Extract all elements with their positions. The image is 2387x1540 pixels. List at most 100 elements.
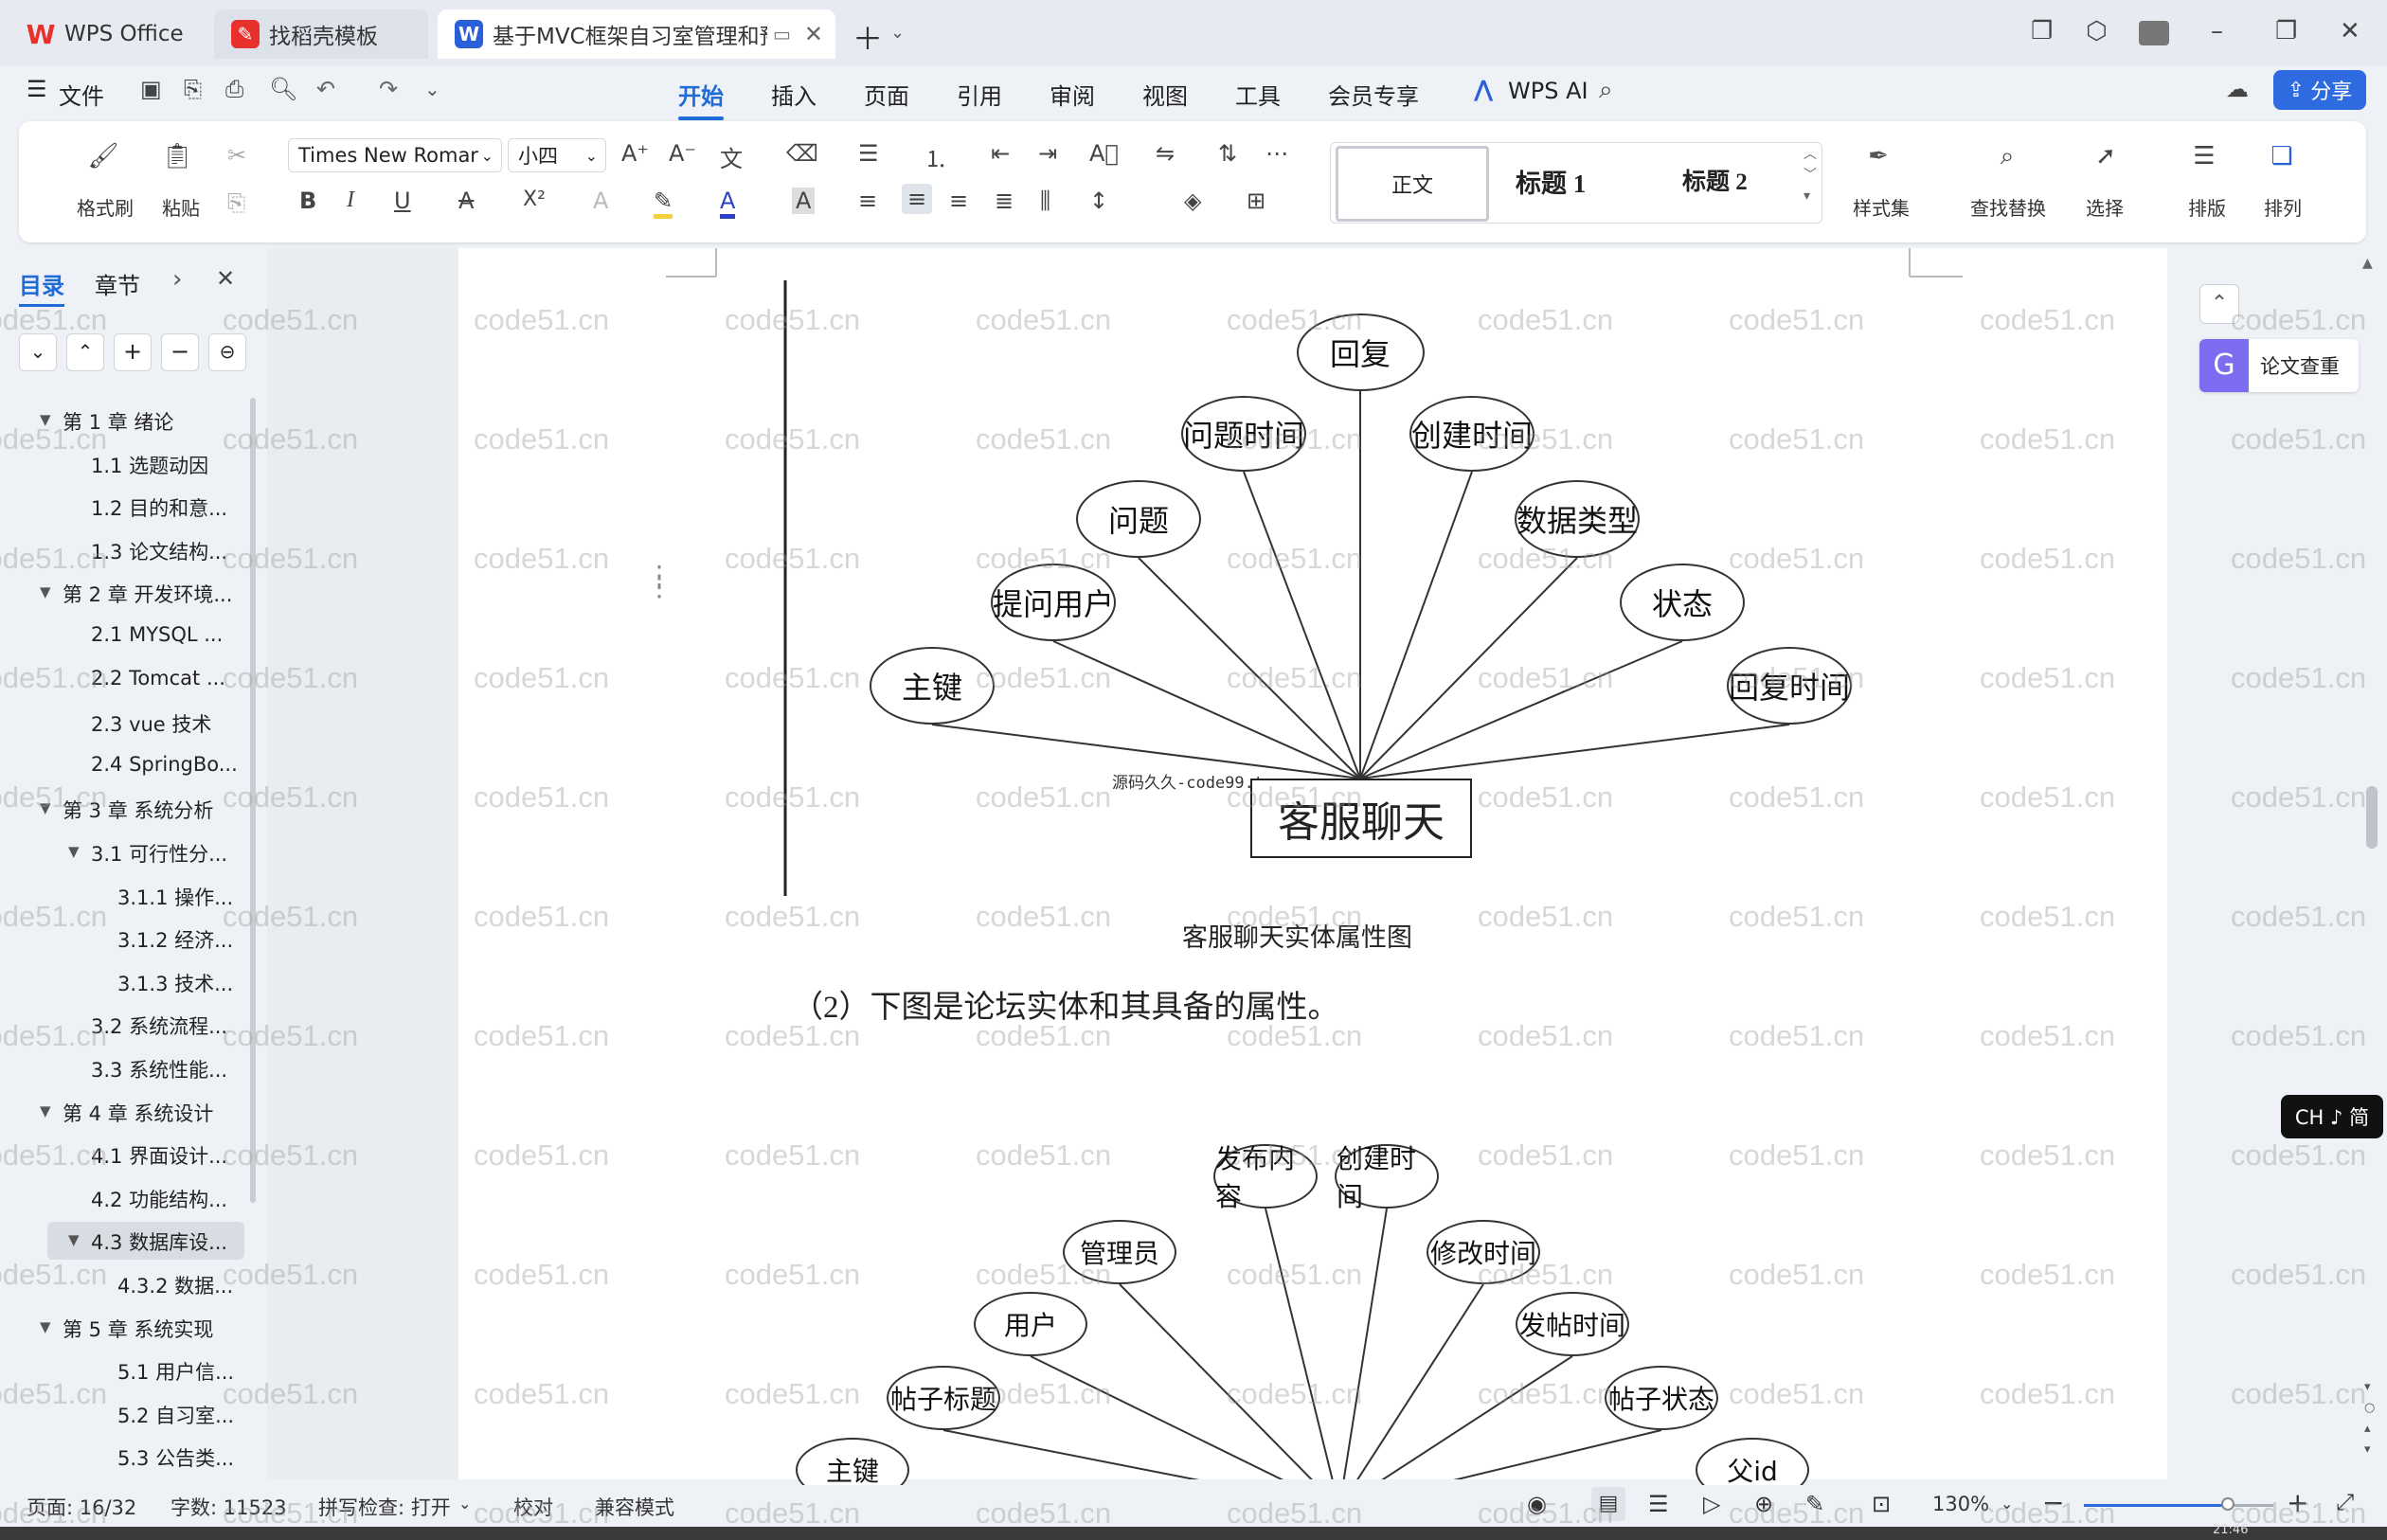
plagiarism-check-button[interactable]: G 论文查重 (2199, 339, 2359, 392)
menu-tools[interactable]: 工具 (1235, 78, 1281, 111)
toc-item[interactable]: 2.2 Tomcat ... (91, 667, 225, 689)
fullscreen-icon[interactable]: ⤢ (2336, 1489, 2354, 1515)
cloud-icon[interactable]: ☁ (2226, 76, 2249, 102)
fit-page-icon[interactable]: ⊡ (1872, 1491, 1891, 1517)
zoom-out-icon[interactable]: − (2042, 1487, 2064, 1518)
menu-start[interactable]: 开始 (678, 78, 724, 120)
tab-wps-office[interactable]: W WPS Office (9, 9, 205, 59)
justify-icon[interactable]: ≣ (995, 188, 1014, 214)
expand-triangle-icon[interactable]: ▼ (40, 411, 51, 428)
window-mode-icon[interactable]: ❐ (2031, 17, 2053, 45)
menu-view[interactable]: 视图 (1142, 78, 1188, 111)
numbered-list-icon[interactable]: ⒈ (924, 140, 947, 173)
hamburger-icon[interactable]: ☰ (27, 76, 47, 102)
page-view-icon[interactable]: ▤ (1591, 1487, 1625, 1521)
web-view-icon[interactable]: ⊕ (1754, 1491, 1773, 1517)
bullet-list-icon[interactable]: ☰ (858, 140, 879, 167)
menu-member[interactable]: 会员专享 (1328, 78, 1419, 111)
redo-icon[interactable]: ↷ (379, 76, 398, 102)
expand-triangle-icon[interactable]: ▼ (68, 843, 80, 860)
clear-format-icon[interactable]: ⌫ (786, 140, 818, 167)
print-icon[interactable]: ⎙ (225, 76, 243, 102)
chevron-down-icon[interactable]: ⌄ (890, 23, 905, 43)
spell-check[interactable]: 拼写检查: 打开 (318, 1493, 451, 1521)
toc-item[interactable]: 4.3.2 数据... (117, 1271, 233, 1299)
menu-file[interactable]: 文件 (59, 78, 104, 111)
sort-icon[interactable]: ⇋ (1156, 140, 1175, 167)
toc-item[interactable]: 2.1 MYSQL ... (91, 623, 223, 646)
tab-docer[interactable]: ✎ 找稻壳模板 (214, 9, 428, 59)
toc-item[interactable]: 5.3 公告类... (117, 1443, 234, 1472)
menu-page[interactable]: 页面 (864, 78, 909, 111)
toc-item[interactable]: 第 3 章 系统分析 (63, 796, 213, 824)
minimize-icon[interactable]: – (2211, 17, 2223, 45)
maximize-icon[interactable]: ❐ (2275, 17, 2297, 45)
word-count[interactable]: 字数: 11523 (170, 1493, 287, 1521)
toc-settings-icon[interactable]: ⊖ (208, 333, 246, 371)
export-icon[interactable]: ⎘ (184, 76, 202, 102)
share-button[interactable]: ⇪ 分享 (2273, 70, 2366, 110)
phonetic-icon[interactable]: 文 (720, 140, 743, 173)
layout-button[interactable]: 排版 (2179, 193, 2235, 221)
collapse-all-icon[interactable]: ⌄ (19, 333, 57, 371)
toc-item[interactable]: 第 1 章 绪论 (63, 407, 173, 436)
expand-triangle-icon[interactable]: ▼ (40, 1102, 51, 1119)
shading-icon[interactable]: ◈ (1184, 188, 1201, 214)
toc-item[interactable]: 3.2 系统流程... (91, 1012, 227, 1040)
close-window-icon[interactable]: ✕ (2340, 17, 2360, 45)
tab-toc[interactable]: 目录 (19, 267, 64, 307)
document-scrollbar[interactable] (2366, 786, 2378, 849)
decrease-indent-icon[interactable]: ⇤ (991, 140, 1010, 167)
menu-wps-ai[interactable]: WPS AI (1508, 78, 1588, 104)
find-replace-button[interactable]: 查找替换 (1959, 193, 2057, 221)
toc-item[interactable]: 1.2 目的和意... (91, 493, 227, 522)
outline-view-icon[interactable]: ☰ (1648, 1491, 1669, 1517)
font-size-select[interactable]: 小四 ⌄ (508, 138, 606, 172)
toc-item[interactable]: 3.3 系统性能... (91, 1055, 227, 1083)
borders-icon[interactable]: ⊞ (1247, 188, 1265, 214)
close-panel-icon[interactable]: ✕ (216, 265, 235, 292)
pen-icon[interactable]: ✎ (1805, 1491, 1824, 1517)
toc-item[interactable]: 1.1 选题动因 (91, 451, 208, 479)
style-heading-1[interactable]: 标题 1 (1516, 163, 1586, 200)
underline-button[interactable]: U (394, 188, 411, 214)
toc-item[interactable]: 4.3 数据库设... (91, 1227, 227, 1256)
paste-button[interactable]: 粘贴 (148, 193, 214, 221)
align-center-icon[interactable]: ≡ (902, 184, 933, 214)
zoom-in-icon[interactable]: + (2287, 1487, 2308, 1518)
print-preview-icon[interactable]: 🔍︎ (269, 76, 297, 102)
eye-icon[interactable]: ◉ (1527, 1491, 1547, 1517)
sort-az-icon[interactable]: ⇅ (1218, 140, 1237, 167)
styles-scroll-icon[interactable]: ︿ ﹀ ▾ (1804, 144, 1817, 206)
toc-item[interactable]: 2.4 SpringBo... (91, 753, 238, 776)
italic-button[interactable]: I (347, 188, 354, 213)
text-direction-icon[interactable]: A⃕ (1089, 140, 1119, 167)
toc-item[interactable]: 3.1.2 经济... (117, 925, 233, 954)
new-tab-icon[interactable]: ＋ (852, 15, 883, 59)
toc-item[interactable]: 3.1 可行性分... (91, 839, 227, 868)
ime-indicator[interactable]: CH ♪ 简 (2281, 1095, 2383, 1138)
menu-review[interactable]: 审阅 (1050, 78, 1095, 111)
toc-item[interactable]: 4.2 功能结构... (91, 1185, 227, 1213)
collapse-rail-icon[interactable]: ⌃ (2199, 284, 2239, 324)
expand-triangle-icon[interactable]: ▼ (40, 1318, 51, 1335)
distribute-icon[interactable]: ⫼ (1040, 188, 1050, 214)
menu-references[interactable]: 引用 (957, 78, 1002, 111)
proofread[interactable]: 校对 (513, 1493, 553, 1521)
style-heading-2[interactable]: 标题 2 (1682, 163, 1748, 197)
shrink-font-icon[interactable]: A⁻ (669, 140, 696, 167)
expand-panel-icon[interactable]: › (172, 265, 182, 294)
line-spacing-icon[interactable]: ↕ (1089, 188, 1108, 214)
increase-indent-icon[interactable]: ⇥ (1038, 140, 1057, 167)
save-icon[interactable]: ▣ (140, 76, 162, 102)
menu-insert[interactable]: 插入 (771, 78, 817, 111)
align-left-icon[interactable]: ≡ (858, 188, 877, 214)
font-family-select[interactable]: Times New Romar ⌄ (288, 138, 502, 172)
search-icon[interactable]: ⌕ (1599, 76, 1613, 105)
style-normal[interactable]: 正文 (1336, 146, 1489, 222)
move-up-icon[interactable]: ⌃ (66, 333, 104, 371)
select-button[interactable]: 选择 (2074, 193, 2135, 221)
toc-item[interactable]: 2.3 vue 技术 (91, 709, 211, 738)
more-chevron-icon[interactable]: ⌄ (424, 78, 440, 100)
toc-item[interactable]: 第 4 章 系统设计 (63, 1099, 213, 1127)
